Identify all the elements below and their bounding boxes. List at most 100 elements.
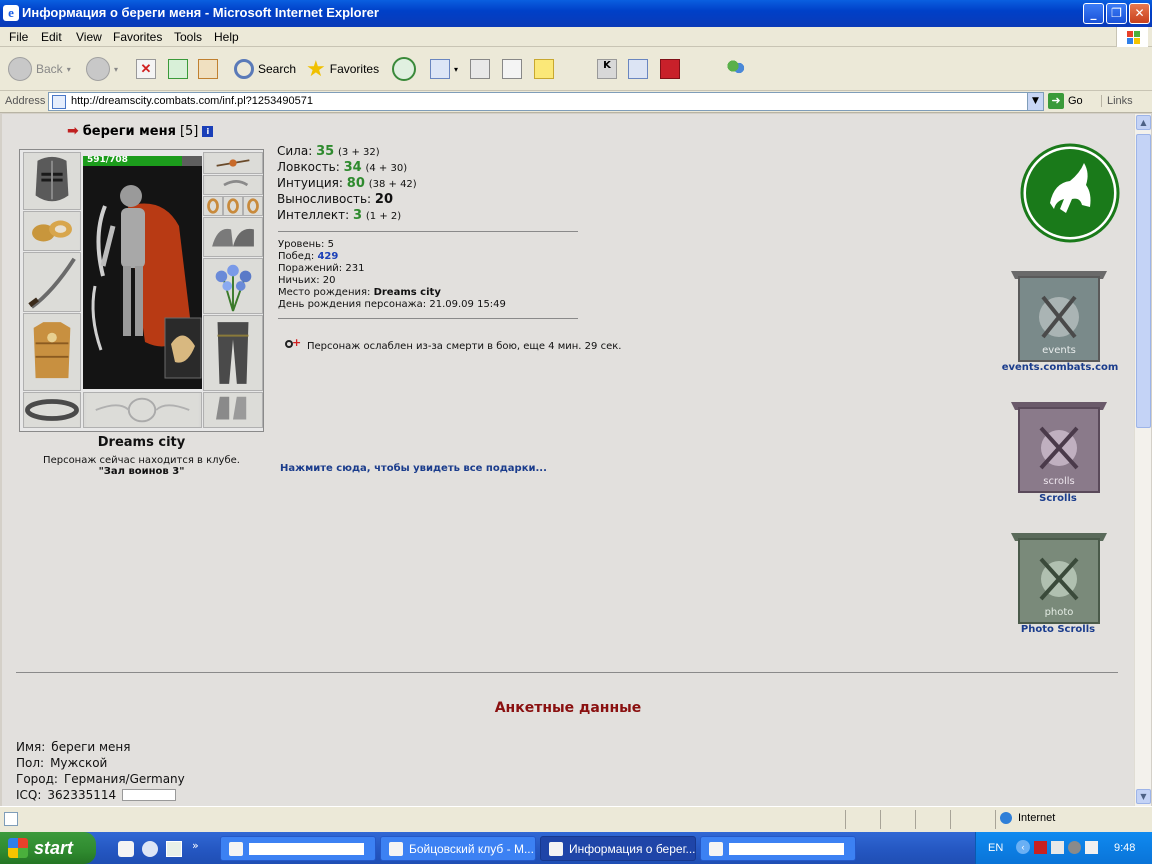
menu-tools[interactable]: Tools — [174, 30, 202, 44]
gloves-slot[interactable] — [203, 217, 263, 257]
ie-window-icon — [229, 841, 243, 856]
photo-scrolls-link[interactable]: Photo Scrolls — [1008, 624, 1108, 635]
search-button[interactable]: Search — [234, 55, 296, 83]
fist-emblem-icon — [86, 393, 199, 427]
ring-icon — [224, 197, 242, 215]
edit-button[interactable] — [502, 55, 522, 83]
quicklaunch-ie-icon[interactable] — [118, 841, 134, 857]
notes-button[interactable] — [534, 55, 554, 83]
armor-slot[interactable] — [23, 313, 81, 391]
menu-edit[interactable]: Edit — [41, 30, 62, 44]
taskbar-item-2[interactable]: Бойцовский клуб - M... — [380, 836, 536, 861]
url-text[interactable]: http://dreamscity.combats.com/inf.pl?125… — [71, 95, 313, 107]
shield-slot[interactable] — [203, 258, 263, 314]
messenger-button[interactable] — [726, 55, 746, 83]
mail-button[interactable]: ▾ — [430, 55, 458, 83]
tray-pdf-icon[interactable] — [1034, 841, 1047, 854]
boots-icon — [204, 393, 262, 427]
taskbar: start » Бойцовский клуб - M... Информаци… — [0, 832, 1152, 864]
profile-city: Город: Германия/Germany — [16, 772, 185, 786]
character-level: [5] — [179, 123, 199, 139]
belt-slot[interactable] — [23, 392, 81, 428]
back-button[interactable]: Back ▾ — [8, 55, 71, 83]
minimize-button[interactable]: _ — [1083, 3, 1104, 24]
goat-logo-icon[interactable] — [1020, 143, 1120, 246]
photo-banner-text: photo — [1045, 607, 1074, 618]
profile-block: Имя: береги меня Пол: Мужской Город: Герман… — [16, 739, 185, 803]
k-button[interactable]: K — [597, 55, 617, 83]
quicklaunch-desktop-icon[interactable] — [166, 841, 182, 857]
go-button[interactable]: ➜ Go — [1048, 93, 1083, 109]
scroll-up-button[interactable]: ▲ — [1136, 115, 1151, 130]
history-button[interactable] — [392, 55, 416, 83]
start-button[interactable]: start — [0, 832, 96, 864]
ie-window-icon — [709, 841, 723, 856]
events-banner-icon[interactable]: events — [1007, 267, 1111, 370]
tray-collapse-icon[interactable]: ‹ — [1016, 840, 1030, 854]
ie-window-icon — [549, 841, 563, 856]
tool-icon — [628, 59, 648, 79]
character-portrait[interactable]: 591/708 — [83, 156, 202, 389]
boots-slot[interactable] — [203, 392, 263, 428]
necklace-slot[interactable] — [203, 175, 263, 195]
events-link[interactable]: events.combats.com — [1000, 362, 1120, 373]
injury-icon: + — [283, 336, 301, 354]
home-button[interactable] — [198, 55, 218, 83]
mail-icon — [430, 59, 450, 79]
system-tray: EN ‹ 9:48 — [975, 832, 1152, 864]
gifts-link[interactable]: Нажмите сюда, чтобы увидеть все подарки.… — [280, 463, 547, 474]
messenger-icon — [726, 59, 746, 79]
scroll-thumb[interactable] — [1136, 134, 1151, 428]
scrolls-banner-icon[interactable]: scrolls — [1007, 398, 1111, 501]
weapon-slot[interactable] — [23, 252, 81, 312]
maximize-button[interactable]: ❐ — [1106, 3, 1127, 24]
ring-slot-1[interactable] — [203, 196, 223, 216]
address-bar: Address http://dreamscity.combats.com/in… — [0, 91, 1152, 113]
kaspersky-button[interactable] — [660, 55, 680, 83]
hp-text: 591/708 — [87, 156, 128, 165]
vertical-scrollbar[interactable]: ▲ ▼ — [1134, 114, 1151, 806]
ring-slot-2[interactable] — [223, 196, 243, 216]
scroll-down-button[interactable]: ▼ — [1136, 789, 1151, 804]
quicklaunch-mail-icon[interactable] — [142, 841, 158, 857]
print-button[interactable] — [470, 55, 490, 83]
language-indicator[interactable]: EN — [988, 842, 1003, 854]
forward-button[interactable]: ▾ — [86, 55, 118, 83]
taskbar-item-3[interactable]: Информация о берег... — [540, 836, 696, 861]
profile-gender: Пол: Мужской — [16, 756, 108, 770]
tray-security-icon[interactable] — [1068, 841, 1081, 854]
clock[interactable]: 9:48 — [1114, 842, 1135, 854]
links-button[interactable]: Links — [1101, 95, 1133, 107]
refresh-button[interactable] — [168, 55, 188, 83]
page-content: ➡ береги меня [5] i 591/708 Dreams city … — [2, 114, 1134, 806]
tray-kaspersky-icon[interactable] — [1051, 841, 1064, 854]
taskbar-item-1[interactable] — [220, 836, 376, 861]
taskbar-item-4[interactable] — [700, 836, 856, 861]
photo-banner-icon[interactable]: photo — [1007, 529, 1111, 632]
earring-slot[interactable] — [203, 152, 263, 174]
knight-figure-icon — [83, 166, 202, 389]
menu-favorites[interactable]: Favorites — [113, 30, 162, 44]
menu-help[interactable]: Help — [214, 30, 239, 44]
ring-slot-3[interactable] — [243, 196, 263, 216]
favorites-button[interactable]: ★ Favorites — [306, 55, 379, 83]
tray-network-icon[interactable] — [1085, 841, 1098, 854]
tool-button[interactable] — [628, 55, 648, 83]
leggings-slot[interactable] — [203, 315, 263, 391]
character-nick: ➡ береги меня [5] i — [67, 123, 214, 139]
info-icon[interactable]: i — [202, 125, 214, 137]
back-arrow-icon — [8, 57, 32, 81]
stop-button[interactable]: ✕ — [136, 55, 156, 83]
scrolls-link[interactable]: Scrolls — [1008, 493, 1108, 504]
address-input[interactable]: http://dreamscity.combats.com/inf.pl?125… — [48, 92, 1044, 111]
armor-icon — [24, 314, 80, 390]
title-bar[interactable]: e Информация о береги меня - Microsoft I… — [0, 0, 1152, 27]
chevron-down-icon[interactable]: ▼ — [1027, 93, 1043, 110]
quicklaunch-more-icon[interactable]: » — [192, 839, 199, 852]
bracers-slot[interactable] — [23, 211, 81, 251]
helmet-slot[interactable] — [23, 152, 81, 210]
menu-view[interactable]: View — [76, 30, 102, 44]
close-button[interactable]: ✕ — [1129, 3, 1150, 24]
hp-bar: 591/708 — [83, 156, 202, 166]
menu-file[interactable]: File — [9, 30, 28, 44]
